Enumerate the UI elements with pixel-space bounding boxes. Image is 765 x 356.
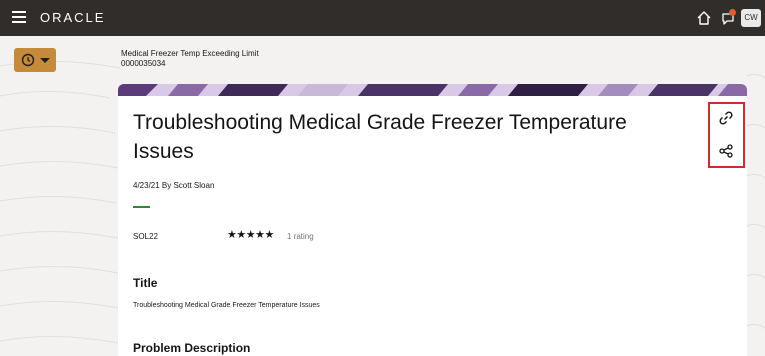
decorative-banner [118,84,747,96]
section-title-label: Title [133,276,158,290]
home-icon[interactable] [696,10,712,26]
rating-count: 1 rating [287,232,314,241]
top-bar: ORACLE CW [0,0,765,36]
chevron-down-icon [40,58,50,63]
recent-items-button[interactable] [14,48,56,72]
solution-id: SOL22 [133,232,158,241]
oracle-logo: ORACLE [40,10,106,25]
share-icon[interactable] [718,143,734,159]
hamburger-menu-icon[interactable] [12,11,26,23]
link-icon[interactable] [718,110,734,126]
record-title: Medical Freezer Temp Exceeding Limit [121,49,259,58]
accent-divider [133,206,150,208]
record-id: 0000035034 [121,59,166,68]
user-avatar[interactable]: CW [741,9,761,27]
clock-icon [21,53,35,67]
section-title-value: Troubleshooting Medical Grade Freezer Te… [133,302,320,309]
article-title: Troubleshooting Medical Grade Freezer Te… [133,111,627,163]
article-meta: 4/23/21 By Scott Sloan [133,181,215,190]
notification-badge [729,9,736,16]
section-problem-label: Problem Description [133,341,251,355]
rating-stars[interactable]: ★★★★★ [227,228,274,241]
